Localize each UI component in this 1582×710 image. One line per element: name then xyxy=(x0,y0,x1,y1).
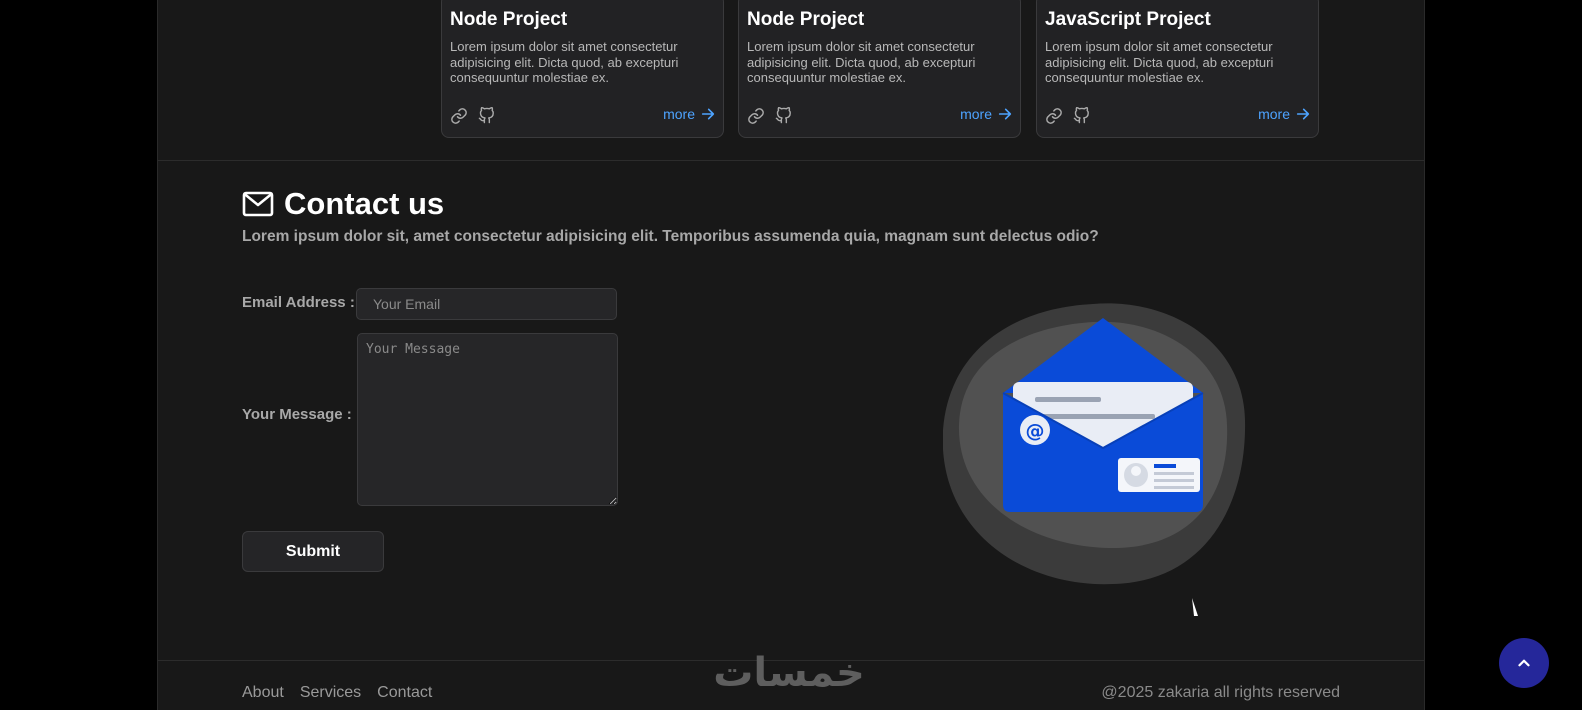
more-label: more xyxy=(960,106,992,122)
footer-link-contact[interactable]: Contact xyxy=(377,684,432,702)
project-title: Node Project xyxy=(747,9,865,30)
more-label: more xyxy=(1258,106,1290,122)
more-link[interactable]: more xyxy=(960,106,1013,122)
project-description: Lorem ipsum dolor sit amet consectetur a… xyxy=(747,39,976,85)
contact-heading: Contact us xyxy=(242,186,444,222)
arrow-right-icon xyxy=(998,108,1012,120)
message-label: Your Message : xyxy=(242,406,352,423)
copyright-text: @2025 zakaria all rights reserved xyxy=(1101,684,1340,701)
link-icon[interactable] xyxy=(747,107,765,125)
more-link[interactable]: more xyxy=(663,106,716,122)
mail-icon xyxy=(242,191,274,217)
github-icon[interactable] xyxy=(775,107,793,125)
page-container: Node Project Lorem ipsum dolor sit amet … xyxy=(157,0,1425,710)
contact-intro: Lorem ipsum dolor sit, amet consectetur … xyxy=(242,228,1099,245)
footer-link-services[interactable]: Services xyxy=(300,684,361,702)
project-description: Lorem ipsum dolor sit amet consectetur a… xyxy=(1045,39,1274,85)
project-description: Lorem ipsum dolor sit amet consectetur a… xyxy=(450,39,679,85)
project-card: Node Project Lorem ipsum dolor sit amet … xyxy=(738,0,1021,138)
project-card: JavaScript Project Lorem ipsum dolor sit… xyxy=(1036,0,1319,138)
project-card: Node Project Lorem ipsum dolor sit amet … xyxy=(441,0,724,138)
more-link[interactable]: more xyxy=(1258,106,1311,122)
email-label: Email Address : xyxy=(242,294,355,311)
chevron-up-icon xyxy=(1518,659,1530,667)
github-icon[interactable] xyxy=(1073,107,1091,125)
footer-nav: About Services Contact xyxy=(242,684,432,702)
link-icon[interactable] xyxy=(1045,107,1063,125)
scroll-to-top-button[interactable] xyxy=(1499,638,1549,688)
envelope-illustration: @ xyxy=(942,300,1263,625)
github-icon[interactable] xyxy=(478,107,496,125)
project-title: JavaScript Project xyxy=(1045,9,1211,30)
svg-text:@: @ xyxy=(1026,420,1045,442)
project-title: Node Project xyxy=(450,9,568,30)
email-field[interactable] xyxy=(356,288,617,320)
footer-link-about[interactable]: About xyxy=(242,684,284,702)
link-icon[interactable] xyxy=(450,107,468,125)
watermark-text: خمسات xyxy=(713,650,865,694)
submit-button[interactable]: Submit xyxy=(242,531,384,572)
contact-title: Contact us xyxy=(284,186,445,221)
message-field[interactable] xyxy=(357,333,618,506)
arrow-right-icon xyxy=(701,108,715,120)
arrow-right-icon xyxy=(1296,108,1310,120)
khamsat-watermark-logo: خمسات xyxy=(695,650,883,699)
section-divider xyxy=(158,160,1424,161)
more-label: more xyxy=(663,106,695,122)
